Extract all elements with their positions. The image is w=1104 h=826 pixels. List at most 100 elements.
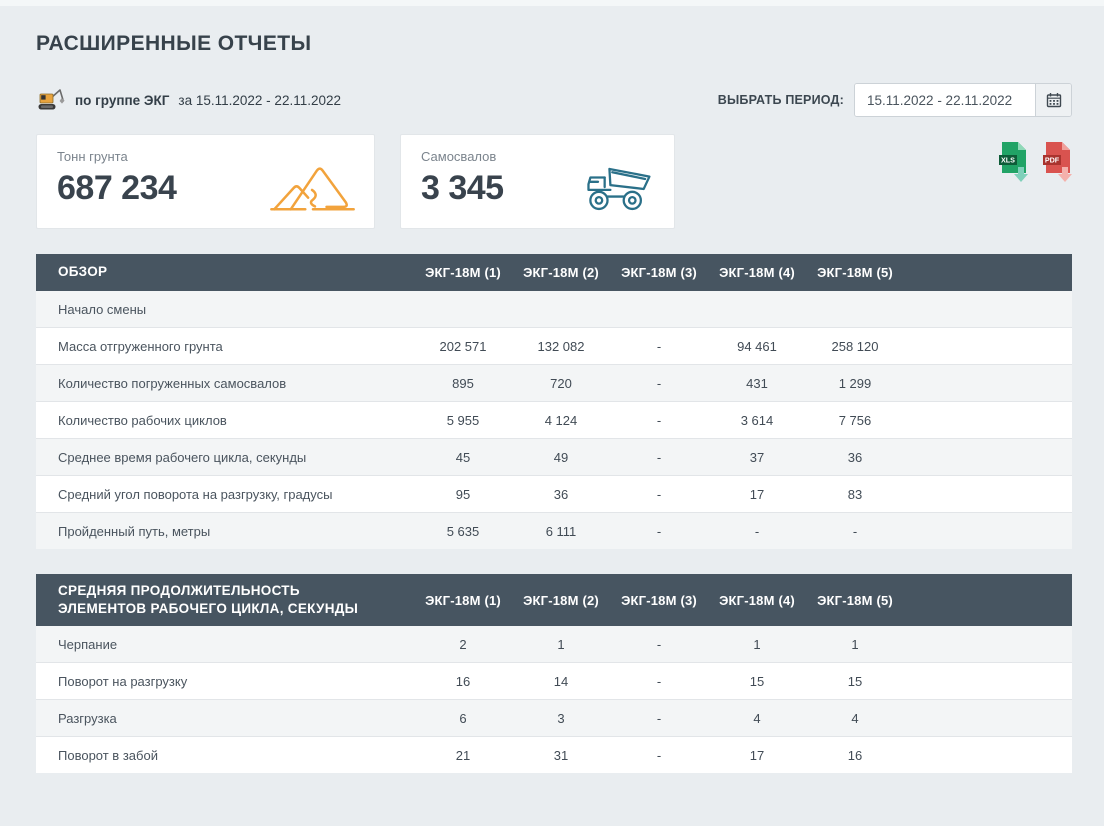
table-cell: 5 635: [414, 524, 512, 539]
column-header: ЭКГ-18М (4): [708, 265, 806, 280]
table-row: Разгрузка63-44: [36, 699, 1072, 736]
subheader: по группе ЭКГ за 15.11.2022 - 22.11.2022…: [36, 82, 1072, 118]
column-header: ЭКГ-18М (3): [610, 593, 708, 608]
table-cell: 1: [806, 637, 904, 652]
table-row: Средний угол поворота на разгрузку, град…: [36, 475, 1072, 512]
table-cell: 45: [414, 450, 512, 465]
table-cell: 6 111: [512, 524, 610, 539]
table-cell: -: [610, 674, 708, 689]
table-cell: 895: [414, 376, 512, 391]
table-row: Черпание21-11: [36, 626, 1072, 662]
table-row: Поворот на разгрузку1614-1515: [36, 662, 1072, 699]
table-cell: -: [610, 413, 708, 428]
report-scope-period: за 15.11.2022 - 22.11.2022: [178, 93, 341, 108]
table-cell: 95: [414, 487, 512, 502]
table-cell: 49: [512, 450, 610, 465]
table-cell: 21: [414, 748, 512, 763]
report-scope-group: по группе ЭКГ: [75, 93, 169, 108]
period-input[interactable]: [855, 84, 1035, 116]
table-cell: -: [610, 487, 708, 502]
table-title: ОБЗОР: [36, 255, 414, 289]
page-title: РАСШИРЕННЫЕ ОТЧЕТЫ: [36, 32, 1072, 56]
stat-card-trucks: Самосвалов 3 345: [400, 134, 675, 229]
row-label: Начало смены: [36, 302, 414, 317]
table-cell: 16: [414, 674, 512, 689]
table-row: Начало смены: [36, 291, 1072, 327]
report-table-cycle-durations: СРЕДНЯЯ ПРОДОЛЖИТЕЛЬНОСТЬ ЭЛЕМЕНТОВ РАБО…: [36, 574, 1072, 773]
table-row: Поворот в забой2131-1716: [36, 736, 1072, 773]
excavator-icon: [36, 88, 66, 113]
row-label: Поворот на разгрузку: [36, 674, 414, 689]
table-row: Пройденный путь, метры5 6356 111---: [36, 512, 1072, 549]
svg-text:PDF: PDF: [1045, 156, 1060, 165]
table-cell: 5 955: [414, 413, 512, 428]
dump-truck-icon: [578, 158, 658, 218]
table-cell: 94 461: [708, 339, 806, 354]
table-header: СРЕДНЯЯ ПРОДОЛЖИТЕЛЬНОСТЬ ЭЛЕМЕНТОВ РАБО…: [36, 574, 1072, 626]
column-header: ЭКГ-18М (2): [512, 265, 610, 280]
table-cell: -: [610, 339, 708, 354]
top-edge: [0, 0, 1104, 6]
table-row: Среднее время рабочего цикла, секунды454…: [36, 438, 1072, 475]
table-cell: -: [708, 524, 806, 539]
period-input-group: [854, 83, 1072, 117]
table-cell: 3 614: [708, 413, 806, 428]
table-cell: 15: [806, 674, 904, 689]
table-cell: 83: [806, 487, 904, 502]
table-cell: 36: [512, 487, 610, 502]
row-label: Средний угол поворота на разгрузку, град…: [36, 487, 414, 502]
table-cell: 36: [806, 450, 904, 465]
table-row: Масса отгруженного грунта202 571132 082-…: [36, 327, 1072, 364]
table-cell: 202 571: [414, 339, 512, 354]
table-cell: 4 124: [512, 413, 610, 428]
report-scope: по группе ЭКГ за 15.11.2022 - 22.11.2022: [36, 88, 341, 113]
row-label: Среднее время рабочего цикла, секунды: [36, 450, 414, 465]
table-cell: 431: [708, 376, 806, 391]
calendar-button[interactable]: [1035, 84, 1071, 116]
table-row: Количество рабочих циклов5 9554 124-3 61…: [36, 401, 1072, 438]
table-cell: 17: [708, 748, 806, 763]
table-title: СРЕДНЯЯ ПРОДОЛЖИТЕЛЬНОСТЬ ЭЛЕМЕНТОВ РАБО…: [36, 574, 414, 626]
period-selector: ВЫБРАТЬ ПЕРИОД:: [718, 83, 1072, 117]
export-pdf-button[interactable]: PDF: [1042, 141, 1072, 183]
row-label: Черпание: [36, 637, 414, 652]
column-header: ЭКГ-18М (5): [806, 265, 904, 280]
table-cell: -: [610, 637, 708, 652]
stat-card-tons: Тонн грунта 687 234: [36, 134, 375, 229]
extended-reports-page: РАСШИРЕННЫЕ ОТЧЕТЫ по группе ЭКГ за 15.1…: [0, 32, 1104, 773]
column-header: ЭКГ-18М (1): [414, 593, 512, 608]
table-cell: 2: [414, 637, 512, 652]
row-label: Количество погруженных самосвалов: [36, 376, 414, 391]
table-cell: 258 120: [806, 339, 904, 354]
column-header: ЭКГ-18М (3): [610, 265, 708, 280]
table-cell: 37: [708, 450, 806, 465]
calendar-icon: [1046, 92, 1062, 108]
mountain-icon: [268, 158, 358, 218]
column-header: ЭКГ-18М (5): [806, 593, 904, 608]
table-cell: 4: [708, 711, 806, 726]
table-cell: -: [806, 524, 904, 539]
table-cell: 14: [512, 674, 610, 689]
stats-row: Тонн грунта 687 234 Самосвалов 3 345: [36, 134, 1072, 229]
column-header: ЭКГ-18М (2): [512, 593, 610, 608]
table-cell: 4: [806, 711, 904, 726]
report-tables: ОБЗОРЭКГ-18М (1)ЭКГ-18М (2)ЭКГ-18М (3)ЭК…: [36, 254, 1072, 773]
report-table-overview: ОБЗОРЭКГ-18М (1)ЭКГ-18М (2)ЭКГ-18М (3)ЭК…: [36, 254, 1072, 549]
table-cell: 31: [512, 748, 610, 763]
row-label: Поворот в забой: [36, 748, 414, 763]
table-cell: 7 756: [806, 413, 904, 428]
table-cell: -: [610, 711, 708, 726]
table-cell: 1: [512, 637, 610, 652]
table-cell: 3: [512, 711, 610, 726]
column-header: ЭКГ-18М (1): [414, 265, 512, 280]
export-xls-button[interactable]: XLS: [998, 141, 1028, 183]
table-row: Количество погруженных самосвалов895720-…: [36, 364, 1072, 401]
table-cell: 1 299: [806, 376, 904, 391]
row-label: Масса отгруженного грунта: [36, 339, 414, 354]
row-label: Пройденный путь, метры: [36, 524, 414, 539]
table-cell: 15: [708, 674, 806, 689]
period-label: ВЫБРАТЬ ПЕРИОД:: [718, 93, 844, 107]
table-cell: -: [610, 376, 708, 391]
column-header: ЭКГ-18М (4): [708, 593, 806, 608]
table-cell: -: [610, 524, 708, 539]
